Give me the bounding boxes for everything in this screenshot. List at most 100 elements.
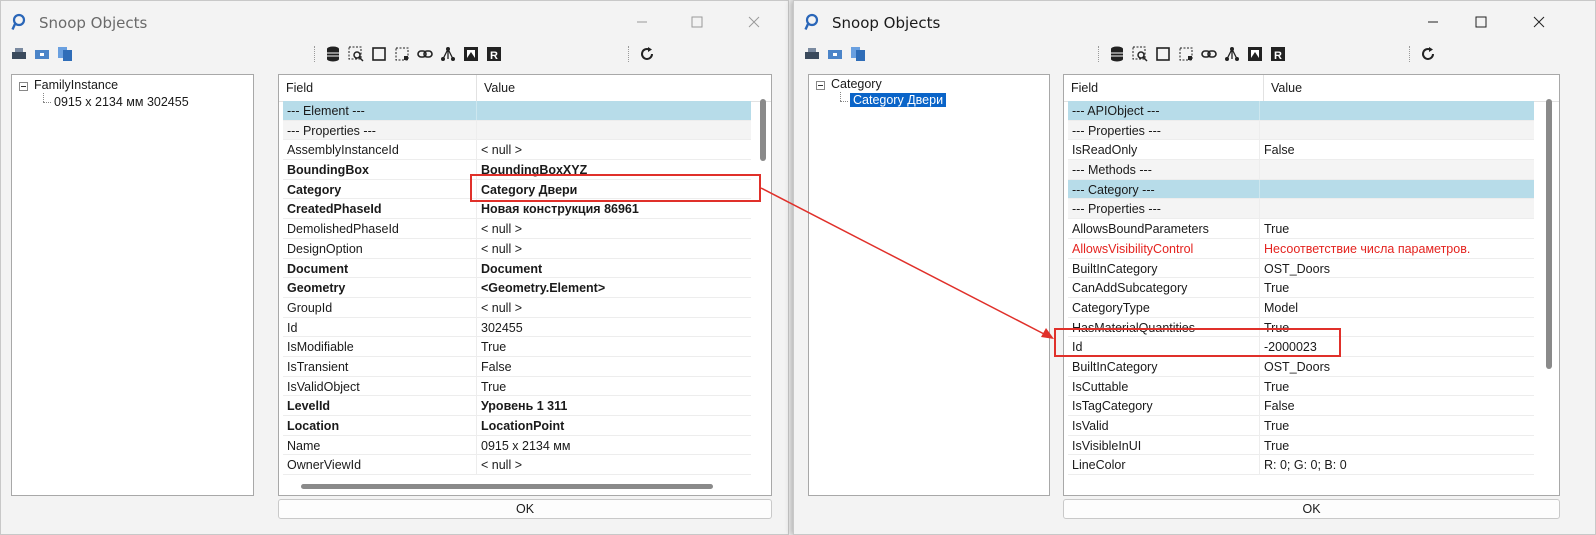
snoop-view-icon[interactable]: [1246, 45, 1264, 63]
snoop-view-icon[interactable]: [462, 45, 480, 63]
refresh-icon[interactable]: [1419, 45, 1437, 63]
pick-icon[interactable]: [1177, 45, 1195, 63]
table-row[interactable]: IsTagCategory False: [1068, 396, 1534, 416]
table-row[interactable]: CreatedPhaseId Новая конструкция 86961: [283, 199, 751, 220]
table-row[interactable]: --- Properties ---: [283, 120, 751, 141]
print-preview-icon[interactable]: [33, 45, 51, 63]
print-icon[interactable]: [10, 45, 28, 63]
object-tree[interactable]: Category Category Двери: [808, 74, 1050, 496]
maximize-button[interactable]: [1459, 9, 1503, 35]
table-row[interactable]: AllowsVisibilityControl Несоответствие чи…: [1068, 238, 1534, 259]
table-row[interactable]: IsTransient False: [283, 356, 751, 377]
table-row[interactable]: OwnerViewId < null >: [283, 455, 751, 476]
table-row[interactable]: --- Methods ---: [1068, 160, 1534, 180]
table-row[interactable]: LevelId Уровень 1 311: [283, 396, 751, 416]
print-icon[interactable]: [803, 45, 821, 63]
table-row[interactable]: IsVisibleInUI True: [1068, 435, 1534, 456]
pick-icon[interactable]: [393, 45, 411, 63]
table-row[interactable]: GroupId < null >: [283, 297, 751, 318]
database-icon[interactable]: [324, 45, 342, 63]
revit-lookup-icon: [804, 13, 819, 30]
table-row[interactable]: --- APIObject ---: [1068, 101, 1534, 121]
select-icon[interactable]: [370, 45, 388, 63]
window-title: Snoop Objects: [832, 14, 941, 32]
copy-icon[interactable]: [56, 45, 74, 63]
table-row[interactable]: --- Category ---: [1068, 179, 1534, 200]
table-row[interactable]: IsCuttable True: [1068, 376, 1534, 397]
value-column-header[interactable]: Value: [1264, 75, 1559, 101]
table-row[interactable]: Geometry <Geometry.Element>: [283, 278, 751, 298]
close-button[interactable]: [732, 9, 776, 35]
table-row[interactable]: IsReadOnly False: [1068, 140, 1534, 161]
revit-app-icon[interactable]: R: [485, 45, 503, 63]
table-row[interactable]: DemolishedPhaseId < null >: [283, 219, 751, 239]
table-row[interactable]: AllowsBoundParameters True: [1068, 219, 1534, 239]
field-cell: BoundingBox: [283, 160, 477, 179]
snoop-db-icon[interactable]: [347, 45, 365, 63]
value-cell: LocationPoint: [481, 419, 565, 433]
grid-header: Field Value: [279, 75, 771, 102]
ok-button[interactable]: OK: [1063, 499, 1560, 519]
link-icon[interactable]: [1200, 45, 1218, 63]
tree-node-child[interactable]: 0915 x 2134 мм 302455: [54, 95, 189, 109]
toolbar-separator: [628, 46, 630, 62]
print-preview-icon[interactable]: [826, 45, 844, 63]
table-row[interactable]: Location LocationPoint: [283, 416, 751, 436]
highlight-box-id: [1054, 328, 1341, 357]
field-cell: DesignOption: [283, 238, 477, 258]
minimize-button[interactable]: [1411, 9, 1455, 35]
vertical-scrollbar[interactable]: [1546, 99, 1552, 369]
collapse-toggle[interactable]: [19, 82, 28, 91]
value-cell: True: [1264, 222, 1290, 237]
table-row[interactable]: --- Element ---: [283, 101, 751, 121]
collapse-toggle[interactable]: [816, 81, 825, 90]
close-button[interactable]: [1517, 9, 1561, 35]
dependents-icon[interactable]: [1223, 45, 1241, 63]
database-icon[interactable]: [1108, 45, 1126, 63]
table-row[interactable]: CanAddSubcategory True: [1068, 278, 1534, 298]
table-row[interactable]: BuiltInCategory OST_Doors: [1068, 356, 1534, 377]
table-row[interactable]: BuiltInCategory OST_Doors: [1068, 258, 1534, 279]
field-column-header[interactable]: Field: [279, 75, 477, 101]
table-row[interactable]: Name 0915 x 2134 мм: [283, 435, 751, 456]
table-row[interactable]: Id 302455: [283, 317, 751, 338]
refresh-icon[interactable]: [638, 45, 656, 63]
field-cell: AssemblyInstanceId: [283, 140, 477, 160]
copy-icon[interactable]: [849, 45, 867, 63]
select-icon[interactable]: [1154, 45, 1172, 63]
table-row[interactable]: AssemblyInstanceId < null >: [283, 140, 751, 161]
value-cell: Model: [1264, 300, 1299, 315]
minimize-button[interactable]: [620, 9, 664, 35]
table-row[interactable]: LineColor R: 0; G: 0; B: 0: [1068, 455, 1534, 476]
value-column-header[interactable]: Value: [477, 75, 771, 101]
revit-app-icon[interactable]: R: [1269, 45, 1287, 63]
property-grid[interactable]: Field Value --- APIObject --- --- Propert…: [1063, 74, 1560, 496]
tree-node-root[interactable]: Category: [831, 77, 882, 91]
table-row[interactable]: IsModifiable True: [283, 337, 751, 357]
table-row[interactable]: DesignOption < null >: [283, 238, 751, 259]
table-row[interactable]: CategoryType Model: [1068, 297, 1534, 318]
field-column-header[interactable]: Field: [1064, 75, 1264, 101]
field-cell: Name: [283, 435, 477, 455]
table-row[interactable]: IsValid True: [1068, 416, 1534, 436]
property-grid[interactable]: Field Value --- Element --- --- Propertie…: [278, 74, 772, 496]
tree-node-child-selected[interactable]: Category Двери: [850, 93, 947, 107]
link-icon[interactable]: [416, 45, 434, 63]
grid-header: Field Value: [1064, 75, 1559, 102]
revit-lookup-icon: [11, 13, 26, 30]
horizontal-scrollbar[interactable]: [301, 484, 713, 489]
table-row[interactable]: IsValidObject True: [283, 376, 751, 397]
snoop-db-icon[interactable]: [1131, 45, 1149, 63]
value-cell: True: [481, 340, 507, 355]
ok-button[interactable]: OK: [278, 499, 772, 519]
object-tree[interactable]: FamilyInstance 0915 x 2134 мм 302455: [11, 74, 254, 496]
table-row[interactable]: Document Document: [283, 258, 751, 279]
field-cell: LineColor: [1068, 455, 1260, 475]
dependents-icon[interactable]: [439, 45, 457, 63]
tree-node-root[interactable]: FamilyInstance: [34, 78, 118, 92]
maximize-button[interactable]: [675, 9, 719, 35]
table-row[interactable]: --- Properties ---: [1068, 120, 1534, 141]
vertical-scrollbar[interactable]: [760, 99, 766, 161]
table-row[interactable]: --- Properties ---: [1068, 199, 1534, 220]
field-cell: OwnerViewId: [283, 455, 477, 475]
